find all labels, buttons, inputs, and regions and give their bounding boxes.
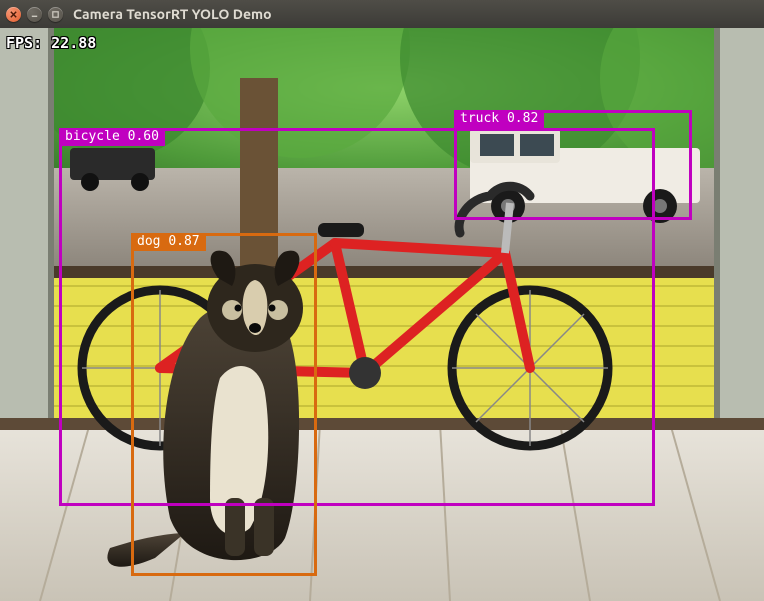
minimize-button[interactable]: [27, 7, 42, 22]
scene-image: [0, 28, 764, 601]
window-controls: [6, 7, 63, 22]
titlebar[interactable]: Camera TensorRT YOLO Demo: [0, 0, 764, 28]
window-title: Camera TensorRT YOLO Demo: [73, 6, 758, 22]
application-window: Camera TensorRT YOLO Demo: [0, 0, 764, 601]
close-button[interactable]: [6, 7, 21, 22]
maximize-button[interactable]: [48, 7, 63, 22]
video-viewport: FPS: 22.88 bicycle 0.60truck 0.82dog 0.8…: [0, 28, 764, 601]
